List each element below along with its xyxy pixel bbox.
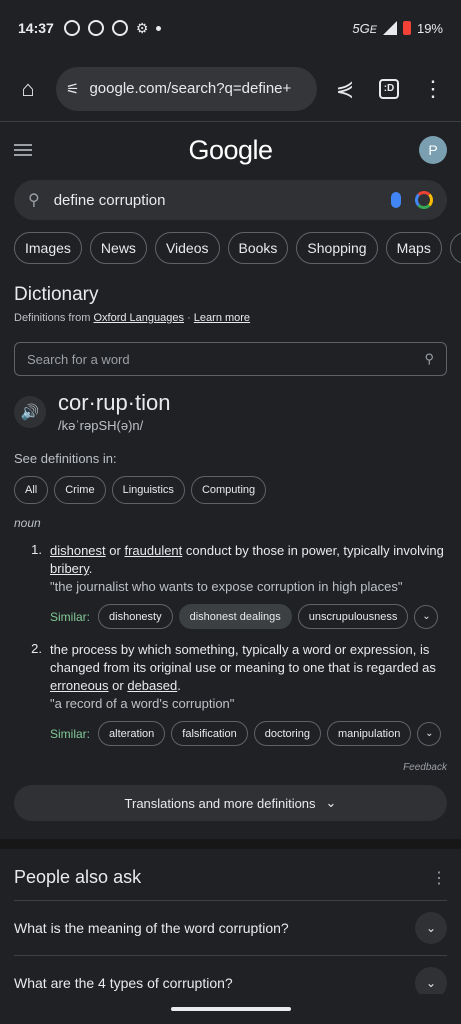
search-icon: ⚲ bbox=[28, 192, 40, 209]
domain-chip-linguistics[interactable]: Linguistics bbox=[111, 476, 185, 504]
similar-row: Similar: dishonesty dishonest dealings u… bbox=[50, 604, 447, 629]
tab-switcher-button[interactable]: :D bbox=[373, 73, 405, 105]
word-search-input[interactable]: Search for a word ⚲ bbox=[14, 342, 447, 376]
definition-text: the process by which something, typicall… bbox=[50, 642, 436, 693]
pronunciation-speaker-icon[interactable]: 🔊 bbox=[14, 395, 46, 428]
notification-app-icon bbox=[63, 20, 80, 36]
battery-percent: 19% bbox=[416, 20, 443, 36]
sync-icon bbox=[111, 20, 128, 36]
similar-chip[interactable]: alteration bbox=[98, 721, 166, 746]
similar-row: Similar: alteration falsification doctor… bbox=[50, 721, 447, 746]
share-icon[interactable]: ⋞ bbox=[329, 73, 361, 105]
chevron-down-icon: ⌄ bbox=[325, 795, 337, 810]
status-time: 14:37 bbox=[18, 20, 54, 36]
chip-images[interactable]: Images bbox=[14, 232, 82, 264]
browser-toolbar: ⌂ ⚟ google.com/search?q=define+ ⋞ :D ⋮ bbox=[0, 56, 461, 122]
sense-2: 2. the process by which something, typic… bbox=[14, 641, 447, 746]
see-definitions-label: See definitions in: bbox=[14, 451, 117, 466]
domain-chip-computing[interactable]: Computing bbox=[190, 476, 267, 504]
part-of-speech: noun bbox=[14, 516, 41, 530]
signal-icon bbox=[382, 21, 397, 35]
feedback-link[interactable]: Feedback bbox=[14, 762, 447, 773]
chip-books[interactable]: Books bbox=[227, 232, 289, 264]
url-text: google.com/search?q=define+ bbox=[89, 80, 292, 97]
chip-flights[interactable]: Flights bbox=[449, 232, 461, 264]
microphone-icon[interactable] bbox=[391, 192, 401, 208]
domain-chips: All Crime Linguistics Computing bbox=[14, 476, 447, 504]
google-header: Google P bbox=[0, 122, 461, 178]
dictionary-title: Dictionary bbox=[14, 284, 99, 305]
example-text: "the journalist who wants to expose corr… bbox=[50, 579, 403, 594]
link-dishonest[interactable]: dishonest bbox=[50, 543, 106, 558]
expand-similar-icon[interactable]: ⌄ bbox=[417, 721, 442, 746]
search-filter-chips: Images News Videos Books Shopping Maps F… bbox=[0, 232, 461, 264]
link-debased[interactable]: debased bbox=[127, 678, 177, 693]
home-gesture-handle[interactable] bbox=[170, 1007, 291, 1011]
word-search-icon[interactable]: ⚲ bbox=[424, 351, 434, 367]
oxford-languages-link[interactable]: Oxford Languages bbox=[93, 312, 184, 324]
address-bar[interactable]: ⚟ google.com/search?q=define+ bbox=[56, 66, 317, 111]
paa-question[interactable]: What is the meaning of the word corrupti… bbox=[14, 900, 447, 955]
similar-chip[interactable]: falsification bbox=[171, 721, 248, 746]
site-settings-icon[interactable]: ⚟ bbox=[66, 80, 79, 98]
headword: cor·rup·tion bbox=[58, 390, 171, 415]
search-box[interactable]: ⚲ define corruption bbox=[14, 180, 447, 220]
chip-videos[interactable]: Videos bbox=[154, 232, 220, 264]
avatar[interactable]: P bbox=[419, 136, 447, 164]
similar-chip[interactable]: unscrupulousness bbox=[297, 604, 409, 629]
brightness-icon bbox=[87, 20, 104, 36]
search-input[interactable]: define corruption bbox=[54, 192, 377, 209]
translations-button[interactable]: Translations and more definitions ⌄ bbox=[14, 785, 447, 821]
network-type: 5GE bbox=[352, 20, 377, 36]
similar-chip[interactable]: manipulation bbox=[326, 721, 412, 746]
definition-text: dishonest or fraudulent conduct by those… bbox=[50, 543, 444, 576]
learn-more-link[interactable]: Learn more bbox=[194, 312, 250, 324]
sense-1: 1. dishonest or fraudulent conduct by th… bbox=[14, 542, 447, 629]
more-notifications-dot bbox=[156, 25, 162, 31]
chip-shopping[interactable]: Shopping bbox=[296, 232, 378, 264]
google-lens-icon[interactable] bbox=[415, 191, 433, 209]
phonetic: /kəˈrəpSH(ə)n/ bbox=[58, 418, 144, 433]
section-divider bbox=[0, 839, 461, 849]
google-logo[interactable]: Google bbox=[188, 135, 273, 166]
gesture-navbar bbox=[0, 994, 461, 1024]
more-menu-icon[interactable]: ⋮ bbox=[417, 73, 449, 105]
similar-chip[interactable]: dishonesty bbox=[98, 604, 173, 629]
link-bribery[interactable]: bribery bbox=[50, 561, 89, 576]
paa-title: People also ask bbox=[14, 867, 142, 887]
dictionary-source: Definitions from Oxford Languages · Lear… bbox=[14, 312, 251, 324]
battery-icon bbox=[402, 21, 411, 35]
chevron-down-icon[interactable]: ⌄ bbox=[415, 912, 447, 944]
similar-chip[interactable]: dishonest dealings bbox=[178, 604, 292, 629]
hamburger-menu-icon[interactable] bbox=[14, 144, 32, 156]
domain-chip-all[interactable]: All bbox=[14, 476, 49, 504]
similar-chip[interactable]: doctoring bbox=[253, 721, 321, 746]
home-icon[interactable]: ⌂ bbox=[12, 73, 44, 105]
notification-icons: ⚙ bbox=[63, 19, 162, 37]
link-erroneous[interactable]: erroneous bbox=[50, 678, 109, 693]
settings-gear-icon: ⚙ bbox=[135, 19, 149, 36]
people-also-ask: People also ask ⋮ What is the meaning of… bbox=[0, 867, 461, 1010]
paa-more-icon[interactable]: ⋮ bbox=[431, 868, 447, 888]
dictionary-panel: Dictionary Definitions from Oxford Langu… bbox=[0, 284, 461, 821]
link-fraudulent[interactable]: fraudulent bbox=[124, 543, 182, 558]
chip-news[interactable]: News bbox=[89, 232, 147, 264]
status-bar: 14:37 ⚙ 5GE 19% bbox=[0, 0, 461, 56]
chip-maps[interactable]: Maps bbox=[385, 232, 442, 264]
domain-chip-crime[interactable]: Crime bbox=[54, 476, 106, 504]
expand-similar-icon[interactable]: ⌄ bbox=[414, 604, 439, 629]
example-text: "a record of a word's corruption" bbox=[50, 696, 235, 711]
